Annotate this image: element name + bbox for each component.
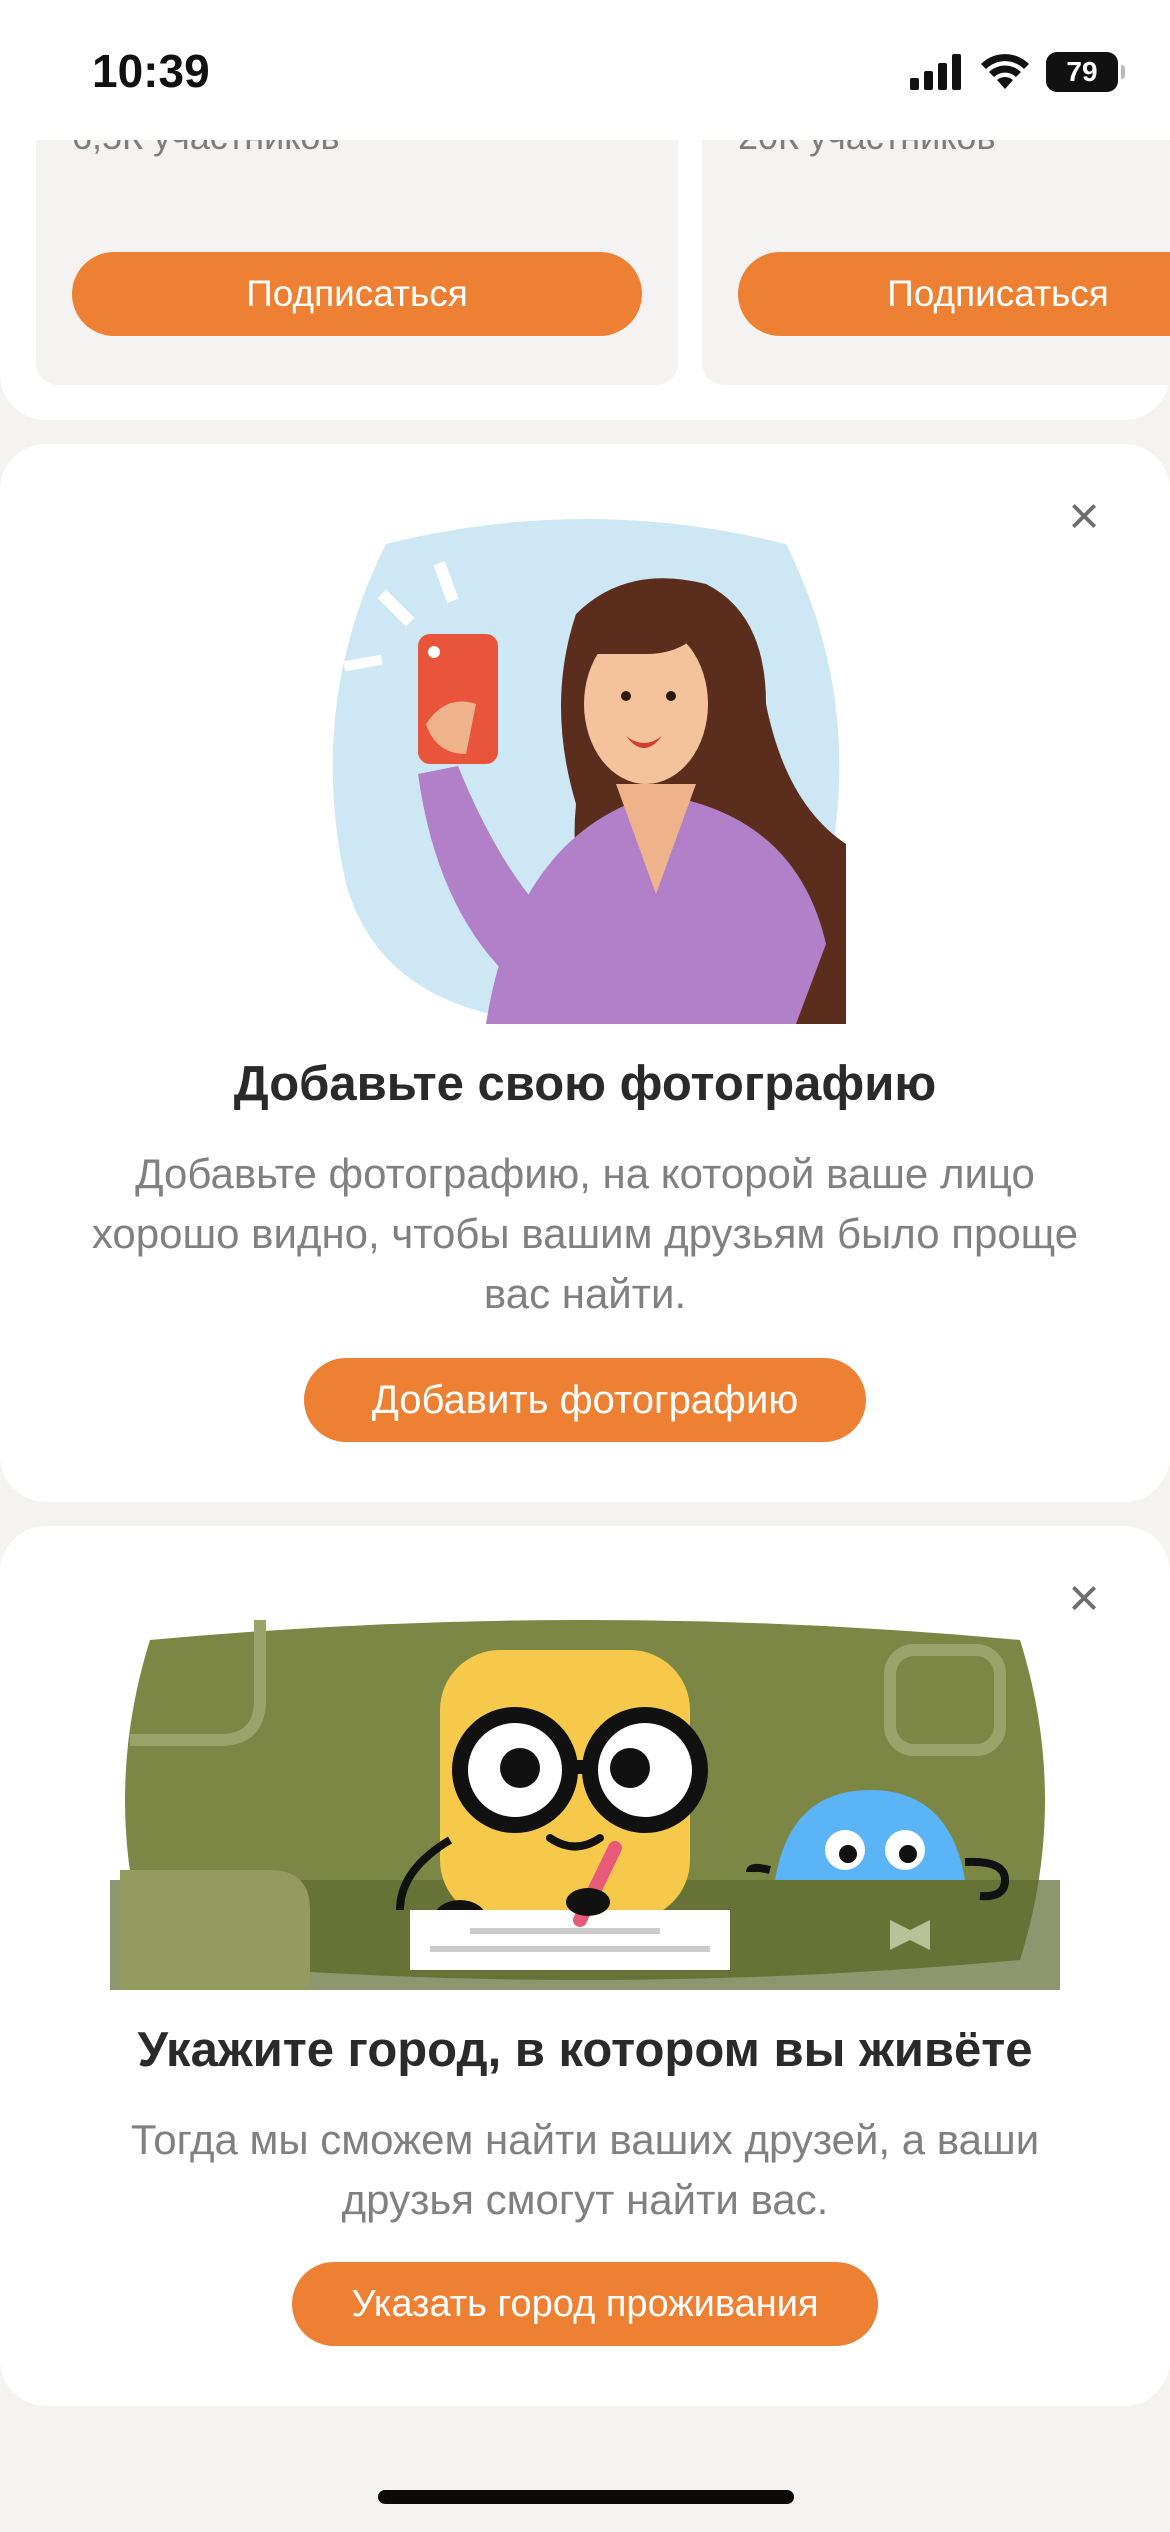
battery-tip xyxy=(1121,65,1125,79)
mascot-writing-illustration xyxy=(110,1620,1060,1990)
status-icons: 79 xyxy=(910,52,1125,92)
cellular-signal-icon xyxy=(910,54,961,90)
close-icon[interactable]: × xyxy=(1062,1571,1106,1625)
set-city-title: Укажите город, в котором вы живёте xyxy=(137,2023,1033,2077)
home-indicator[interactable] xyxy=(378,2490,794,2504)
selfie-woman-illustration xyxy=(332,519,846,1024)
add-photo-card: × Добавьте свою фотографию Добавьте фото… xyxy=(0,444,1170,1502)
set-city-button[interactable]: Указать город проживания xyxy=(292,2262,878,2346)
add-photo-title: Добавьте свою фотографию xyxy=(233,1057,937,1111)
battery-icon: 79 xyxy=(1046,52,1125,92)
add-photo-button[interactable]: Добавить фотографию xyxy=(304,1358,866,1442)
wifi-icon xyxy=(981,54,1029,89)
subscribe-button[interactable]: Подписаться xyxy=(738,252,1170,336)
status-time: 10:39 xyxy=(92,45,210,97)
battery-level: 79 xyxy=(1066,56,1098,87)
set-city-description: Тогда мы сможем найти ваших друзей, а ва… xyxy=(130,2116,1040,2223)
add-photo-description: Добавьте фотографию, на которой ваше лиц… xyxy=(91,1150,1079,1317)
set-city-card: × Укажите город, в котором вы живёте Тог… xyxy=(0,1526,1170,2406)
close-icon[interactable]: × xyxy=(1062,489,1106,543)
status-bar: 10:39 79 xyxy=(0,0,1170,140)
subscribe-button[interactable]: Подписаться xyxy=(72,252,642,336)
